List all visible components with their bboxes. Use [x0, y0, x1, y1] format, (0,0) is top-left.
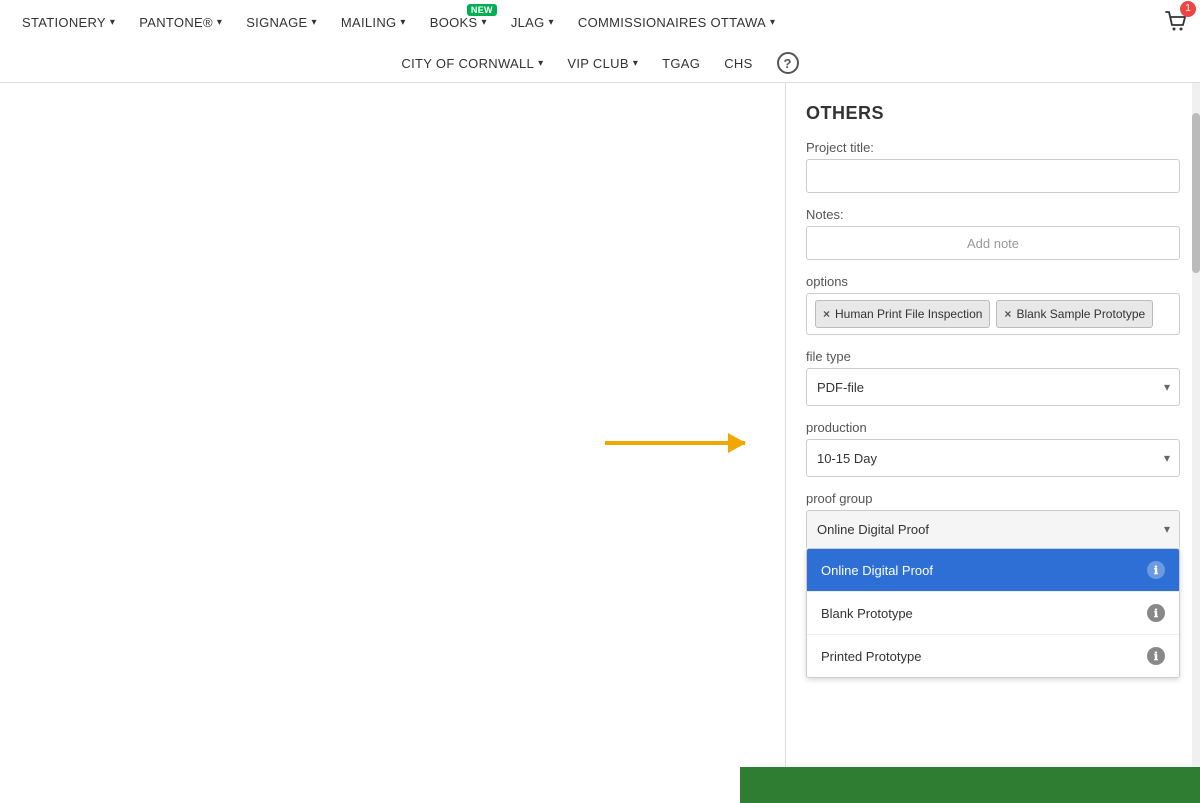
project-title-label: Project title: — [806, 140, 1180, 155]
production-value: 10-15 Day — [817, 451, 877, 466]
nav-row-2: CITY OF CORNWALL ▾ VIP CLUB ▾ TGAG CHS ? — [10, 44, 1190, 82]
nav-item-commissionaires[interactable]: COMMISSIONAIRES OTTAWA ▾ — [566, 0, 787, 44]
chevron-icon: ▾ — [217, 17, 222, 28]
left-area — [0, 83, 785, 803]
new-badge: NEW — [467, 4, 497, 16]
tag-blank-sample: × Blank Sample Prototype — [996, 300, 1153, 328]
nav-item-vipclub[interactable]: VIP CLUB ▾ — [555, 44, 650, 82]
nav-item-mailing[interactable]: MAILING ▾ — [329, 0, 418, 44]
dropdown-option-printed-prototype[interactable]: Printed Prototype ℹ — [807, 635, 1179, 677]
file-type-label: file type — [806, 349, 1180, 364]
production-group: production 10-15 Day ▾ — [806, 420, 1180, 477]
tag-close-blank-sample[interactable]: × — [1004, 307, 1011, 321]
nav-item-jlag[interactable]: JLAG ▾ — [499, 0, 566, 44]
proof-group-wrap: Online Digital Proof ▾ Online Digital Pr… — [806, 510, 1180, 678]
nav-item-signage[interactable]: SIGNAGE ▾ — [234, 0, 329, 44]
project-title-group: Project title: — [806, 140, 1180, 193]
options-label: options — [806, 274, 1180, 289]
dropdown-option-blank-prototype[interactable]: Blank Prototype ℹ — [807, 592, 1179, 635]
arrow-line — [605, 441, 745, 445]
top-nav: STATIONERY ▾ PANTONE® ▾ SIGNAGE ▾ MAILIN… — [0, 0, 1200, 83]
proof-group-select-wrap: Online Digital Proof ▾ — [806, 510, 1180, 548]
dropdown-option-online-digital-proof[interactable]: Online Digital Proof ℹ — [807, 549, 1179, 592]
nav-item-tgag[interactable]: TGAG — [650, 44, 712, 82]
tag-label-blank-sample: Blank Sample Prototype — [1016, 307, 1145, 321]
proof-group-select[interactable]: Online Digital Proof — [806, 510, 1180, 548]
nav-item-cornwall[interactable]: CITY OF CORNWALL ▾ — [389, 44, 555, 82]
file-type-group: file type PDF-file ▾ — [806, 349, 1180, 406]
chevron-icon: ▾ — [538, 58, 543, 69]
nav-item-chs[interactable]: CHS — [712, 44, 764, 82]
production-select[interactable]: 10-15 Day — [806, 439, 1180, 477]
nav-row-1: STATIONERY ▾ PANTONE® ▾ SIGNAGE ▾ MAILIN… — [10, 0, 1190, 44]
nav-item-pantone[interactable]: PANTONE® ▾ — [127, 0, 234, 44]
dropdown-option-label: Online Digital Proof — [821, 563, 933, 578]
bottom-action-bar — [740, 767, 1200, 803]
dropdown-option-label: Printed Prototype — [821, 649, 921, 664]
tag-close-human-print[interactable]: × — [823, 307, 830, 321]
proof-group-value: Online Digital Proof — [817, 522, 929, 537]
info-icon-online-digital-proof[interactable]: ℹ — [1147, 561, 1165, 579]
main-content: OTHERS Project title: Notes: Add note op… — [0, 83, 1200, 803]
add-note-button[interactable]: Add note — [806, 226, 1180, 260]
chevron-icon: ▾ — [400, 17, 405, 28]
chevron-icon: ▾ — [482, 17, 487, 28]
project-title-input[interactable] — [806, 159, 1180, 193]
tag-human-print: × Human Print File Inspection — [815, 300, 990, 328]
info-icon-blank-prototype[interactable]: ℹ — [1147, 604, 1165, 622]
panel-title: OTHERS — [806, 103, 1180, 124]
file-type-select-wrap: PDF-file ▾ — [806, 368, 1180, 406]
chevron-icon: ▾ — [770, 17, 775, 28]
nav-item-stationery[interactable]: STATIONERY ▾ — [10, 0, 127, 44]
chevron-icon: ▾ — [549, 17, 554, 28]
arrow-indicator — [605, 441, 745, 445]
options-group: options × Human Print File Inspection × … — [806, 274, 1180, 335]
proof-group-dropdown: Online Digital Proof ℹ Blank Prototype ℹ… — [806, 548, 1180, 678]
notes-group: Notes: Add note — [806, 207, 1180, 260]
scrollbar-thumb[interactable] — [1192, 113, 1200, 273]
cart-button[interactable]: 1 — [1162, 7, 1190, 38]
chevron-icon: ▾ — [633, 58, 638, 69]
right-panel: OTHERS Project title: Notes: Add note op… — [785, 83, 1200, 803]
file-type-value: PDF-file — [817, 380, 864, 395]
scrollbar-track — [1192, 83, 1200, 803]
production-label: production — [806, 420, 1180, 435]
dropdown-option-label: Blank Prototype — [821, 606, 913, 621]
tag-label-human-print: Human Print File Inspection — [835, 307, 982, 321]
chevron-icon: ▾ — [110, 17, 115, 28]
notes-label: Notes: — [806, 207, 1180, 222]
production-select-wrap: 10-15 Day ▾ — [806, 439, 1180, 477]
cart-count: 1 — [1180, 1, 1196, 17]
chevron-icon: ▾ — [312, 17, 317, 28]
proof-group-form-group: proof group Online Digital Proof ▾ Onlin… — [806, 491, 1180, 678]
nav-item-books[interactable]: BOOKS NEW ▾ — [418, 0, 499, 44]
help-button[interactable]: ? — [765, 44, 811, 82]
file-type-select[interactable]: PDF-file — [806, 368, 1180, 406]
tags-container: × Human Print File Inspection × Blank Sa… — [806, 293, 1180, 335]
help-icon: ? — [777, 52, 799, 74]
proof-group-label: proof group — [806, 491, 1180, 506]
info-icon-printed-prototype[interactable]: ℹ — [1147, 647, 1165, 665]
